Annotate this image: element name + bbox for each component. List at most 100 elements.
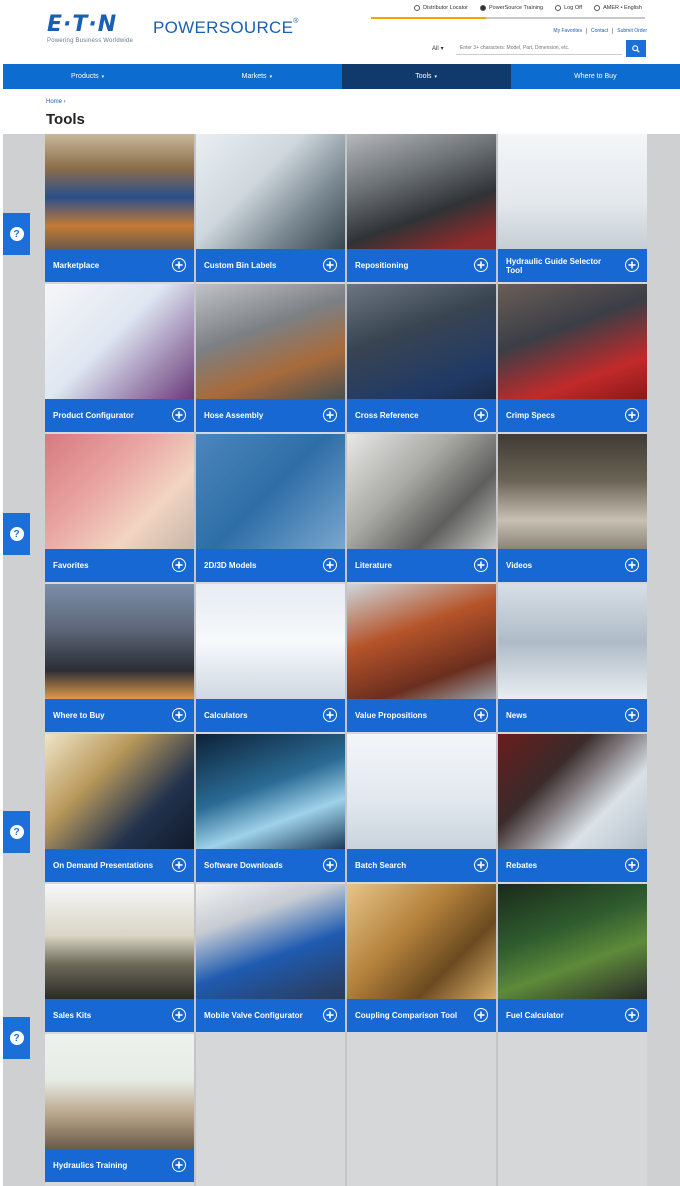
tool-tile-software-downloads[interactable]: Software Downloads [196,734,345,882]
tool-tile-calculators[interactable]: Calculators [196,584,345,732]
plus-circle-icon[interactable] [323,558,337,572]
plus-circle-icon[interactable] [172,708,186,722]
search-input[interactable] [456,42,622,55]
tool-tile-videos[interactable]: Videos [498,434,647,582]
tool-tile-sales-kits[interactable]: Sales Kits [45,884,194,1032]
tool-tile-hose-assembly[interactable]: Hose Assembly [196,284,345,432]
help-button[interactable]: ? [3,213,30,255]
plus-circle-icon[interactable] [625,408,639,422]
devices-image [498,134,647,249]
plus-circle-icon[interactable] [474,258,488,272]
screen-image [196,584,345,699]
tool-tile-news[interactable]: News [498,584,647,732]
plus-circle-icon[interactable] [172,1008,186,1022]
tool-tile-hydraulics-training[interactable]: Hydraulics Training [45,1034,194,1182]
nav-tools[interactable]: Tools ▾ [341,64,511,89]
tile-label: Coupling Comparison Tool [355,1011,458,1020]
plus-circle-icon[interactable] [323,408,337,422]
tool-tile-fuel-calculator[interactable]: Fuel Calculator [498,884,647,1032]
tool-tile-repositioning[interactable]: Repositioning [347,134,496,282]
search-category-select[interactable]: All ▾ [432,45,456,53]
tool-tile-crimp-specs[interactable]: Crimp Specs [498,284,647,432]
powersource-logo[interactable]: POWERSOURCE® [153,18,299,38]
laptop2-image [498,734,647,849]
tile-caption-bar: Hose Assembly [196,399,345,432]
training-link[interactable]: PowerSource Training [480,5,543,11]
plus-circle-icon[interactable] [172,858,186,872]
plus-circle-icon[interactable] [474,708,488,722]
tile-label: Sales Kits [53,1011,92,1020]
plus-circle-icon[interactable] [323,858,337,872]
plus-circle-icon[interactable] [625,558,639,572]
laptop-image [45,284,194,399]
tile-label: Batch Search [355,861,407,870]
tile-label: Hose Assembly [204,411,264,420]
plus-circle-icon[interactable] [323,258,337,272]
powersource-source: SOURCE [218,18,294,37]
plus-circle-icon[interactable] [474,1008,488,1022]
tool-tile-hydraulic-guide-selector-tool[interactable]: Hydraulic Guide Selector Tool [498,134,647,282]
tool-tile-custom-bin-labels[interactable]: Custom Bin Labels [196,134,345,282]
plus-circle-icon[interactable] [172,408,186,422]
eaton-logo[interactable]: E·T·N Powering Business Worldwide [47,14,133,45]
people-image [45,1034,194,1149]
tile-caption-bar: Fuel Calculator [498,999,647,1032]
nav-where-to-buy[interactable]: Where to Buy [511,64,680,89]
breadcrumb[interactable]: Home › [46,99,66,105]
tool-tile-where-to-buy[interactable]: Where to Buy [45,584,194,732]
tool-tile-batch-search[interactable]: Batch Search [347,734,496,882]
tile-caption-bar: Marketplace [45,249,194,282]
plus-circle-icon[interactable] [625,258,639,272]
tile-caption-bar: Custom Bin Labels [196,249,345,282]
nav-products[interactable]: Products ▾ [3,64,172,89]
main-nav: Products ▾ Markets ▾ Tools ▾ Where to Buy [3,64,680,89]
tool-tile-coupling-comparison-tool[interactable]: Coupling Comparison Tool [347,884,496,1032]
help-button[interactable]: ? [3,811,30,853]
tile-label: Value Propositions [355,711,428,720]
tool-tile-2d-3d-models[interactable]: 2D/3D Models [196,434,345,582]
tool-tile-marketplace[interactable]: Marketplace [45,134,194,282]
plus-circle-icon[interactable] [625,1008,639,1022]
plus-circle-icon[interactable] [172,1158,186,1172]
tool-tile-value-propositions[interactable]: Value Propositions [347,584,496,732]
help-button[interactable]: ? [3,1017,30,1059]
plus-circle-icon[interactable] [474,408,488,422]
tool-tile-product-configurator[interactable]: Product Configurator [45,284,194,432]
nav-markets[interactable]: Markets ▾ [172,64,341,89]
plus-circle-icon[interactable] [474,558,488,572]
tool-tile-mobile-valve-configurator[interactable]: Mobile Valve Configurator [196,884,345,1032]
plus-circle-icon[interactable] [172,258,186,272]
search-button[interactable] [626,40,646,57]
tile-caption-bar: Cross Reference [347,399,496,432]
plus-circle-icon[interactable] [323,708,337,722]
plus-circle-icon[interactable] [625,708,639,722]
page-title: Tools [46,111,85,128]
submit-order-link[interactable]: Submit Order [612,28,647,34]
webpage-image [347,734,496,849]
tile-caption-bar: Repositioning [347,249,496,282]
favorites-link[interactable]: My Favorites [553,28,582,34]
contact-link[interactable]: Contact [586,28,608,34]
language-selector[interactable]: AMER • English [594,5,642,11]
tile-caption-bar: Software Downloads [196,849,345,882]
help-button[interactable]: ? [3,513,30,555]
tile-caption-bar: Calculators [196,699,345,732]
distributor-locator-link[interactable]: Distributor Locator [414,5,468,11]
tool-tile-literature[interactable]: Literature [347,434,496,582]
plus-circle-icon[interactable] [323,1008,337,1022]
coupling-image [347,884,496,999]
plus-circle-icon[interactable] [474,858,488,872]
tile-caption-bar: Sales Kits [45,999,194,1032]
nav-label: Where to Buy [574,73,617,80]
nav-label: Tools [415,73,432,80]
log-off-link[interactable]: Log Off [555,5,582,11]
utility-label: Log Off [564,5,583,11]
plus-circle-icon[interactable] [172,558,186,572]
plus-circle-icon[interactable] [625,858,639,872]
tool-tile-favorites[interactable]: Favorites [45,434,194,582]
tool-tile-cross-reference[interactable]: Cross Reference [347,284,496,432]
tool-tile-on-demand-presentations[interactable]: On Demand Presentations [45,734,194,882]
man-image [347,284,496,399]
tool-tile-rebates[interactable]: Rebates [498,734,647,882]
tile-label: Cross Reference [355,411,419,420]
